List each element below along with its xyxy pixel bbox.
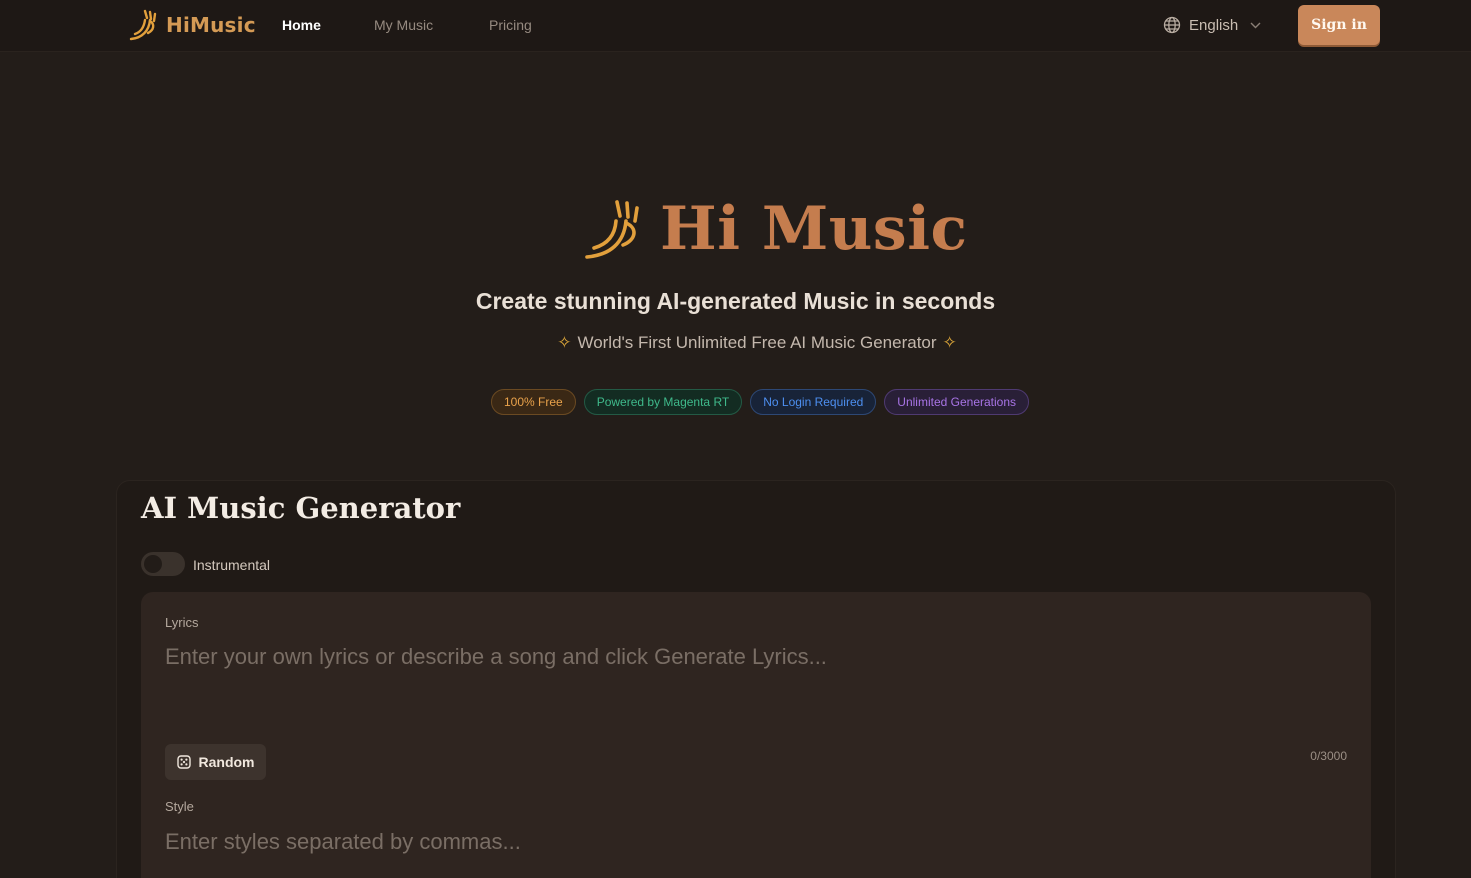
nav-pricing-link[interactable]: Pricing — [489, 17, 532, 33]
hero-logo: Hi Music — [584, 193, 968, 265]
language-label: English — [1189, 16, 1239, 34]
globe-icon — [1163, 16, 1181, 34]
badge-magenta: Powered by Magenta RT — [583, 389, 743, 415]
style-label: Style — [165, 799, 194, 814]
dice-icon — [176, 755, 191, 769]
style-input[interactable] — [165, 826, 1347, 858]
generator-title: AI Music Generator — [141, 491, 461, 525]
nav-home-link[interactable]: Home — [282, 17, 321, 33]
lyrics-label: Lyrics — [165, 615, 199, 630]
feature-badges: 100% Free Powered by Magenta RT No Login… — [491, 389, 1030, 415]
brand-name: HiMusic — [166, 13, 256, 37]
brand-logo[interactable]: HiMusic — [128, 7, 256, 43]
nav-my-music-link[interactable]: My Music — [374, 17, 433, 33]
himusic-logo-icon — [584, 197, 646, 261]
lyrics-char-counter: 0/3000 — [1310, 749, 1347, 763]
sparkle-icon: ✧ — [942, 333, 957, 352]
random-label: Random — [198, 754, 255, 770]
instrumental-label: Instrumental — [193, 557, 271, 573]
badge-unlimited: Unlimited Generations — [884, 389, 1030, 415]
instrumental-toggle[interactable] — [141, 552, 185, 576]
badge-free: 100% Free — [491, 389, 576, 415]
hero-tagline: ✧ World's First Unlimited Free AI Music G… — [0, 333, 1471, 353]
hero-subtitle: Create stunning AI-generated Music in se… — [475, 288, 996, 314]
top-nav: HiMusic Home My Music Pricing English Si… — [0, 0, 1471, 52]
random-button[interactable]: Random — [165, 744, 266, 780]
sparkle-icon: ✧ — [557, 333, 572, 352]
sign-in-button[interactable]: Sign in — [1298, 5, 1380, 45]
chevron-down-icon — [1250, 22, 1261, 29]
lyrics-input[interactable] — [165, 644, 1347, 724]
language-selector[interactable]: English — [1163, 16, 1261, 34]
badge-no-login: No Login Required — [750, 389, 877, 415]
tagline-text: World's First Unlimited Free AI Music Ge… — [577, 333, 937, 352]
himusic-logo-icon — [128, 8, 160, 42]
hero-title: Hi Music — [660, 194, 968, 264]
toggle-knob — [144, 555, 162, 573]
